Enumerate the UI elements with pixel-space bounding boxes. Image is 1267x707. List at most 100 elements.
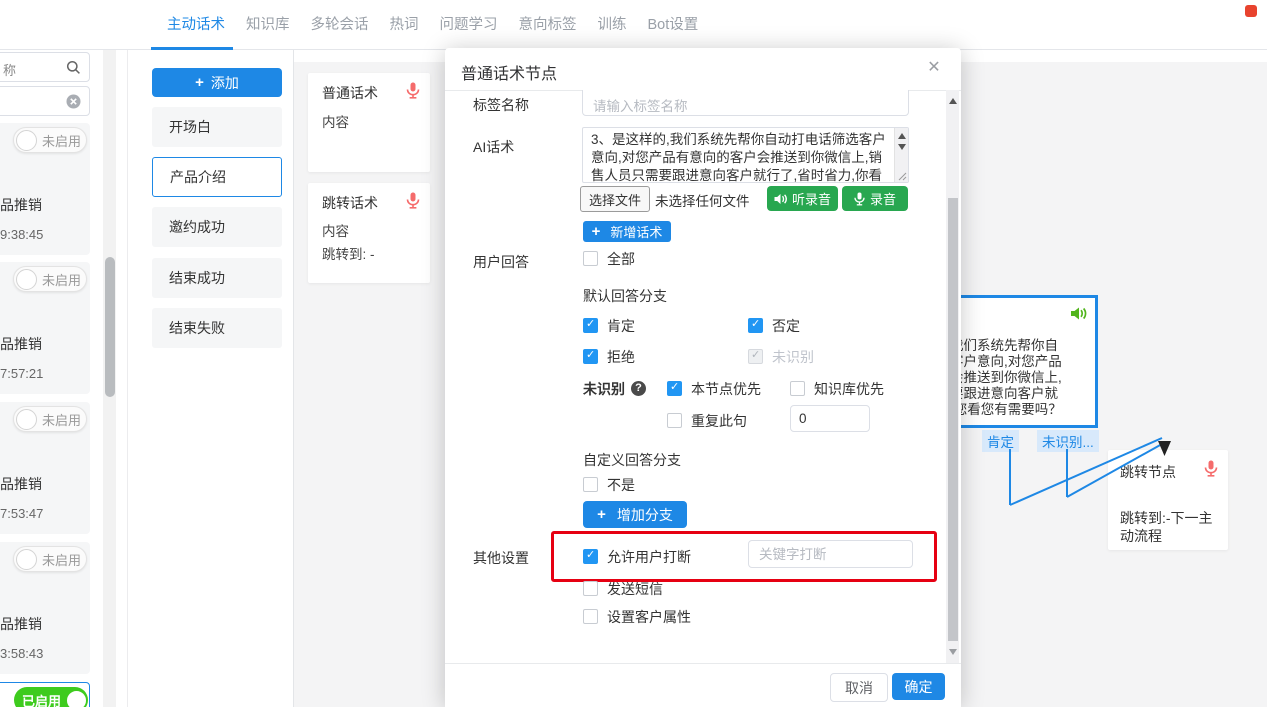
tab-question-learning[interactable]: 问题学习	[436, 0, 502, 50]
toggle-label: 未启用	[42, 131, 81, 150]
keyword-interrupt-input[interactable]	[748, 540, 913, 568]
tab-knowledge-base[interactable]: 知识库	[242, 0, 294, 50]
checkbox-interrupt[interactable]	[583, 549, 598, 564]
plus-icon	[195, 74, 211, 91]
checkbox-negative-label: 否定	[772, 316, 800, 336]
tab-intent-tags[interactable]: 意向标签	[515, 0, 581, 50]
script-list-card[interactable]: 未启用 品推销 7:53:47	[0, 402, 90, 534]
microphone-icon[interactable]	[406, 82, 420, 99]
cancel-button[interactable]: 取消	[830, 673, 888, 702]
flow-item-invite-success[interactable]: 邀约成功	[152, 207, 282, 247]
unrecognized-label: 未识别	[583, 379, 625, 399]
field-label-other-settings: 其他设置	[473, 548, 529, 568]
dialog-body: 标签名称 请输入标签名称 AI话术 3、是这样的,我们系统先帮你自动打电话筛选客…	[445, 90, 946, 663]
tag-name-input[interactable]: 请输入标签名称	[582, 90, 909, 116]
checkbox-customer-attr[interactable]	[583, 609, 598, 624]
flow-item-opening[interactable]: 开场白	[152, 107, 282, 147]
dialog-scrollbar[interactable]	[946, 90, 959, 663]
toggle-label: 未启用	[42, 550, 81, 569]
canvas-card-jump-script[interactable]: 跳转话术 内容 跳转到: -	[308, 183, 430, 283]
listen-recording-button[interactable]: 听录音	[767, 186, 838, 211]
flow-item-label: 邀约成功	[169, 217, 225, 237]
sidebar-scrollbar[interactable]	[103, 0, 116, 707]
dialog-title: 普通话术节点	[461, 60, 557, 84]
sidebar-scrollbar-thumb[interactable]	[105, 257, 115, 397]
checkbox-row-sms: 发送短信	[583, 580, 663, 597]
checkbox-node-first-label: 本节点优先	[691, 379, 761, 399]
script-list-card[interactable]: 未启用 品推销 9:38:45	[0, 123, 90, 255]
search-input-text: 称	[3, 60, 16, 79]
checkbox-node-first[interactable]	[667, 381, 682, 396]
checkbox-sms[interactable]	[583, 581, 598, 596]
toggle-disabled[interactable]: 未启用	[13, 546, 87, 572]
checkbox-all[interactable]	[583, 251, 598, 266]
checkbox-kb-first[interactable]	[790, 381, 805, 396]
checkbox-affirm[interactable]	[583, 318, 598, 333]
flow-item-label: 结束成功	[169, 268, 225, 288]
record-label: 录音	[870, 189, 896, 208]
script-list-card[interactable]: 未启用 品推销 7:57:21	[0, 262, 90, 394]
toggle-enabled[interactable]: 已启用	[14, 687, 88, 707]
scroll-down-icon[interactable]	[949, 649, 957, 655]
add-script-button[interactable]: 新增话术	[583, 221, 671, 242]
choose-file-button[interactable]: 选择文件	[580, 186, 650, 212]
checkbox-row-unrecognized-disabled: 未识别	[748, 348, 814, 365]
no-file-text: 未选择任何文件	[655, 190, 750, 210]
add-branch-button[interactable]: 增加分支	[583, 501, 687, 528]
search-input[interactable]: 称	[0, 52, 90, 82]
toggle-label: 已启用	[22, 691, 61, 707]
speaker-icon	[1070, 306, 1087, 321]
canvas-card-content: 内容	[322, 111, 349, 131]
canvas-card-title: 跳转话术	[322, 193, 378, 213]
toggle-disabled[interactable]: 未启用	[13, 266, 87, 292]
microphone-icon[interactable]	[406, 192, 420, 209]
canvas-card-content: 内容	[322, 220, 349, 240]
scroll-down-icon[interactable]	[898, 144, 906, 150]
filter-input[interactable]	[0, 86, 90, 116]
flow-item-product-intro[interactable]: 产品介绍	[152, 157, 282, 197]
tab-bot-settings[interactable]: Bot设置	[644, 0, 703, 50]
field-label-ai-script: AI话术	[473, 137, 514, 157]
ai-script-textarea[interactable]: 3、是这样的,我们系统先帮你自动打电话筛选客户意向,对您产品有意向的客户会推送到…	[582, 127, 909, 183]
plus-icon	[597, 506, 613, 523]
canvas-card-normal-script[interactable]: 普通话术 内容	[308, 73, 430, 172]
confirm-button[interactable]: 确定	[892, 673, 945, 700]
alert-icon[interactable]	[1245, 5, 1257, 17]
flow-item-end-success[interactable]: 结束成功	[152, 258, 282, 298]
dialog-scrollbar-thumb[interactable]	[948, 198, 958, 641]
scroll-up-icon[interactable]	[898, 133, 906, 139]
close-icon[interactable]	[925, 59, 943, 77]
add-flow-button[interactable]: 添加	[152, 68, 282, 97]
flow-item-end-fail[interactable]: 结束失败	[152, 308, 282, 348]
tab-training[interactable]: 训练	[594, 0, 631, 50]
flow-node-speech[interactable]: 我们系统先帮你自 客户意向,对您产品 会推送到你微信上, 要跟进意向客户就 ,您…	[938, 295, 1098, 428]
checkbox-kb-first-label: 知识库优先	[814, 379, 884, 399]
microphone-icon	[854, 192, 865, 206]
script-list-card-active[interactable]: 已启用	[0, 682, 90, 707]
help-icon[interactable]	[631, 381, 646, 396]
clear-icon[interactable]	[66, 94, 81, 109]
tab-hot-words[interactable]: 热词	[386, 0, 423, 50]
record-button[interactable]: 录音	[842, 186, 908, 211]
search-icon[interactable]	[66, 60, 81, 75]
toggle-disabled[interactable]: 未启用	[13, 406, 87, 432]
checkbox-repeat[interactable]	[667, 413, 682, 428]
toggle-knob	[16, 409, 37, 430]
toggle-knob	[16, 130, 37, 151]
tab-active-script[interactable]: 主动话术	[163, 0, 229, 50]
flow-node-line: ,您看您有需要吗？	[950, 402, 1096, 418]
tab-multi-turn[interactable]: 多轮会话	[307, 0, 373, 50]
checkbox-not[interactable]	[583, 477, 598, 492]
checkbox-repeat-label: 重复此句	[691, 411, 747, 431]
resize-handle-icon[interactable]	[898, 172, 907, 181]
toggle-disabled[interactable]: 未启用	[13, 127, 87, 153]
checkbox-negative[interactable]	[748, 318, 763, 333]
repeat-count-input[interactable]	[790, 405, 870, 432]
scroll-up-icon[interactable]	[949, 98, 957, 104]
script-list-card[interactable]: 未启用 品推销 3:58:43	[0, 542, 90, 674]
checkbox-affirm-label: 肯定	[607, 316, 635, 336]
canvas-card-jump-to: 跳转到: -	[322, 243, 375, 263]
checkbox-unrecognized-disabled	[748, 349, 763, 364]
card-title: 品推销	[0, 195, 42, 215]
checkbox-reject[interactable]	[583, 349, 598, 364]
